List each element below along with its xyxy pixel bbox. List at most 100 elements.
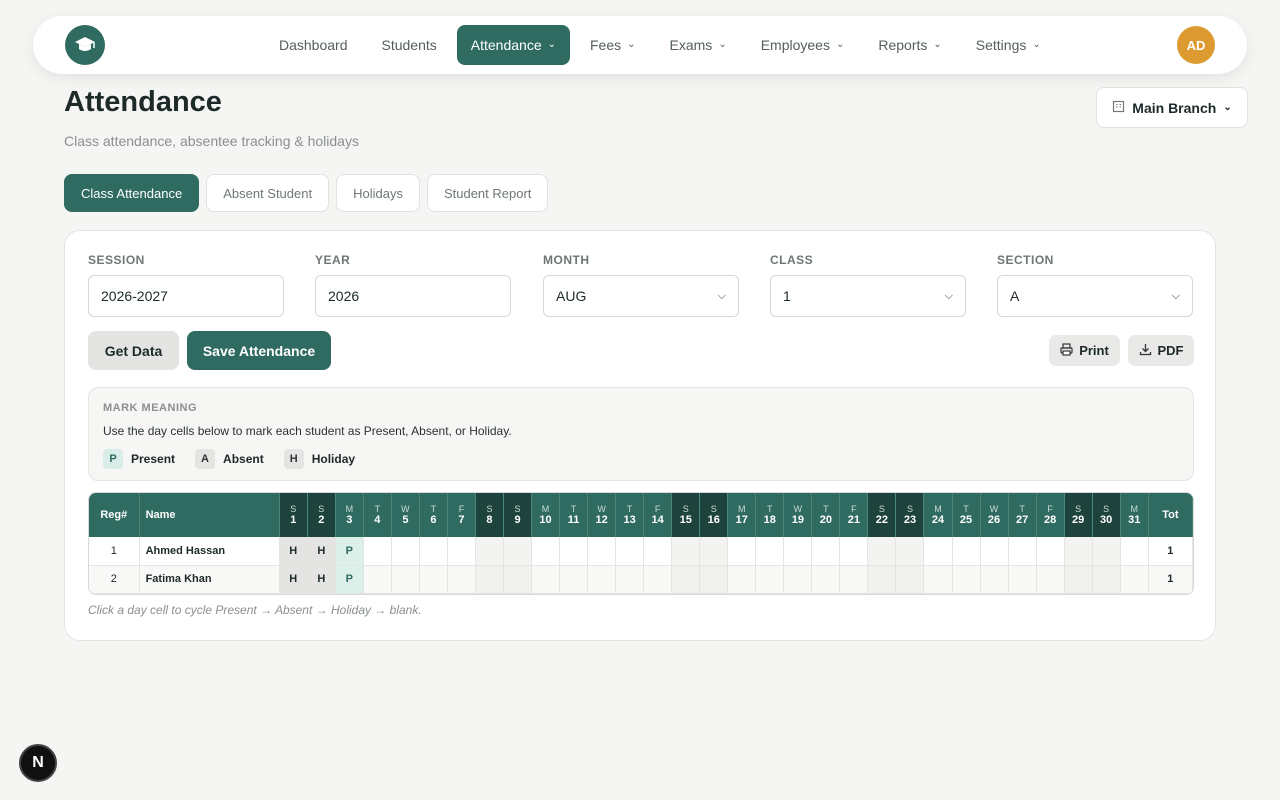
branch-selector[interactable]: Main Branch ⌄ [1096, 87, 1248, 128]
pdf-button[interactable]: PDF [1128, 335, 1194, 366]
day-cell[interactable] [419, 565, 448, 594]
month-select[interactable]: AUG ⌵ [543, 275, 739, 317]
day-cell[interactable] [923, 565, 953, 594]
day-cell[interactable] [1008, 565, 1037, 594]
day-cell[interactable] [531, 565, 561, 594]
day-cell[interactable] [587, 565, 617, 594]
day-cell[interactable] [699, 565, 729, 594]
weekday-letter: S [878, 504, 885, 514]
table-header-row: Reg# Name S 1 S 2 M 3 T 4 W 5 T 6 F 7 S 8 S 9 M 10 T 11 W 12 T 13 F 1… [89, 493, 1193, 537]
day-cell[interactable] [363, 565, 392, 594]
day-cell[interactable] [419, 537, 448, 566]
nav-item-settings[interactable]: Settings ⌄ [962, 25, 1055, 65]
day-cell[interactable]: H [279, 537, 308, 566]
day-cell[interactable] [783, 565, 813, 594]
print-button[interactable]: Print [1049, 335, 1120, 366]
section-label: SECTION [997, 253, 1054, 267]
day-cell[interactable] [1064, 537, 1093, 566]
weekday-letter: M [934, 504, 942, 514]
holiday-chip: H [283, 449, 304, 469]
day-cell[interactable] [503, 565, 533, 594]
year-input[interactable]: 2026 [315, 275, 511, 317]
day-cell[interactable] [559, 565, 589, 594]
save-attendance-button[interactable]: Save Attendance [187, 331, 331, 370]
day-cell[interactable] [643, 565, 673, 594]
nav-item-students[interactable]: Students [368, 25, 451, 65]
day-cell[interactable] [1036, 537, 1065, 566]
day-cell[interactable]: P [335, 565, 364, 594]
section-select[interactable]: A ⌵ [997, 275, 1193, 317]
legend-items: P Present A Absent H Holiday [103, 449, 355, 469]
day-cell[interactable] [1092, 537, 1121, 566]
day-cell[interactable] [615, 565, 645, 594]
day-cell[interactable] [587, 537, 617, 566]
day-cell[interactable] [1092, 565, 1121, 594]
day-cell[interactable] [559, 537, 589, 566]
tab-absent-student[interactable]: Absent Student [206, 174, 330, 212]
day-cell[interactable] [671, 565, 701, 594]
day-cell[interactable] [671, 537, 701, 566]
day-cell[interactable] [503, 537, 533, 566]
day-cell[interactable] [1036, 565, 1065, 594]
day-cell[interactable]: H [307, 537, 336, 566]
day-cell[interactable] [811, 537, 841, 566]
day-cell[interactable] [895, 537, 925, 566]
day-cell[interactable] [391, 537, 420, 566]
day-cell[interactable] [727, 537, 757, 566]
day-cell[interactable]: H [279, 565, 308, 594]
day-cell[interactable] [980, 565, 1009, 594]
day-cell[interactable] [980, 537, 1009, 566]
day-cell[interactable] [1008, 537, 1037, 566]
day-cell[interactable] [727, 565, 757, 594]
day-cell[interactable]: H [307, 565, 336, 594]
day-cell[interactable] [1064, 565, 1093, 594]
avatar[interactable]: AD [1177, 26, 1215, 64]
day-cell[interactable] [755, 537, 785, 566]
tab-class-attendance[interactable]: Class Attendance [64, 174, 200, 212]
nextjs-devtools-button[interactable]: N [19, 744, 57, 782]
day-cell[interactable] [531, 537, 561, 566]
day-cell[interactable] [783, 537, 813, 566]
day-cell[interactable] [1120, 537, 1149, 566]
day-cell[interactable] [867, 565, 897, 594]
day-cell[interactable] [923, 537, 953, 566]
day-cell[interactable] [755, 565, 785, 594]
nav-item-fees[interactable]: Fees ⌄ [576, 25, 650, 65]
day-cell[interactable] [952, 565, 981, 594]
day-cell[interactable] [1120, 565, 1149, 594]
get-data-button[interactable]: Get Data [88, 331, 179, 370]
nav-item-reports[interactable]: Reports ⌄ [864, 25, 955, 65]
day-cell[interactable] [475, 565, 505, 594]
day-cell[interactable] [643, 537, 673, 566]
day-cell[interactable] [839, 565, 869, 594]
day-cell[interactable] [475, 537, 505, 566]
session-input[interactable]: 2026-2027 [88, 275, 284, 317]
day-cell[interactable] [952, 537, 981, 566]
day-number: 3 [346, 514, 353, 526]
day-cell[interactable] [447, 537, 476, 566]
day-cell[interactable]: P [335, 537, 364, 566]
day-cell[interactable] [363, 537, 392, 566]
day-cell[interactable] [699, 537, 729, 566]
day-cell[interactable] [811, 565, 841, 594]
day-number: 5 [402, 514, 409, 526]
nav-item-dashboard[interactable]: Dashboard [265, 25, 362, 65]
nav-item-attendance[interactable]: Attendance ⌄ [456, 25, 570, 65]
day-cell[interactable] [391, 565, 420, 594]
nav-item-employees[interactable]: Employees ⌄ [747, 25, 859, 65]
chevron-down-icon: ⌄ [1032, 39, 1041, 50]
weekday-letter: S [486, 504, 493, 514]
day-cell[interactable] [615, 537, 645, 566]
tab-holidays[interactable]: Holidays [336, 174, 420, 212]
nav-item-exams[interactable]: Exams ⌄ [656, 25, 741, 65]
day-cell[interactable] [839, 537, 869, 566]
day-number: 26 [987, 514, 1001, 526]
class-select[interactable]: 1 ⌵ [770, 275, 966, 317]
day-header: T 11 [559, 493, 589, 537]
tab-student-report[interactable]: Student Report [426, 174, 549, 212]
branch-label: Main Branch [1132, 99, 1217, 116]
day-cell[interactable] [867, 537, 897, 566]
day-cell[interactable] [447, 565, 476, 594]
graduation-cap-icon[interactable] [65, 25, 105, 65]
day-cell[interactable] [895, 565, 925, 594]
